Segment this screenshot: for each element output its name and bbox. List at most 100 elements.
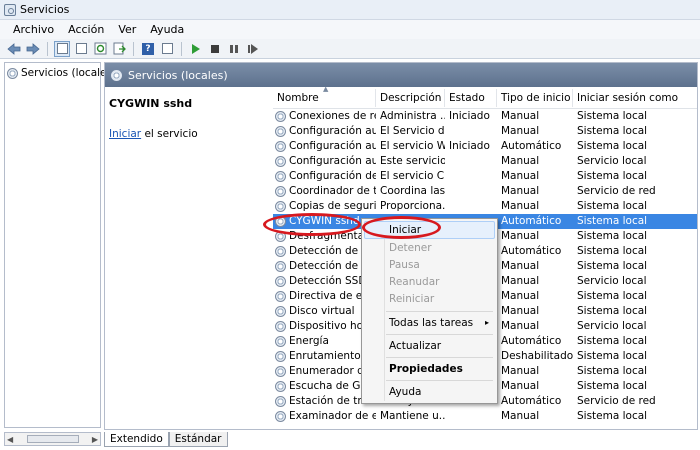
properties-icon[interactable] — [73, 41, 89, 57]
service-gear-icon — [275, 351, 286, 362]
table-header: ▲ Nombre Descripción Estado Tipo de inic… — [273, 85, 697, 109]
sort-ascending-icon: ▲ — [323, 85, 329, 93]
tree-item-label: Servicios (locales) — [21, 67, 117, 79]
service-startup-type-cell: Manual — [501, 155, 540, 167]
service-status-cell — [445, 169, 497, 184]
service-name-text: Copias de segurid... — [289, 200, 376, 212]
menu-item-reanudar[interactable]: Reanudar — [389, 276, 439, 288]
service-gear-icon — [275, 306, 286, 317]
service-gear-icon — [275, 276, 286, 287]
tree-item-services-local[interactable]: Servicios (locales) — [5, 63, 116, 83]
column-header-estado[interactable]: Estado — [445, 88, 497, 107]
service-logon-cell: Servicio local — [577, 155, 647, 167]
service-action: Iniciar el servicio — [109, 128, 269, 140]
window-title: Servicios — [20, 3, 70, 16]
service-logon-cell: Servicio de red — [577, 395, 656, 407]
column-header-tipo-inicio[interactable]: Tipo de inicio — [497, 88, 573, 107]
table-row[interactable]: Configuración aut... Este servicio... Manu… — [273, 154, 697, 169]
column-header-descripcion[interactable]: Descripción — [376, 88, 445, 107]
menu-archivo[interactable]: Archivo — [6, 23, 61, 36]
service-name-cell: Conexiones de red — [273, 109, 376, 124]
service-logon-cell: Sistema local — [577, 215, 648, 227]
menu-item-propiedades[interactable]: Propiedades — [389, 363, 463, 375]
table-row[interactable]: Copias de segurid... Proporciona... Manual… — [273, 199, 697, 214]
start-service-icon[interactable] — [188, 41, 204, 57]
service-logon-cell: Servicio de red — [577, 185, 656, 197]
scroll-right-icon[interactable]: ▶ — [92, 435, 98, 444]
service-status-cell — [445, 154, 497, 169]
service-status-cell — [445, 199, 497, 214]
view-tabs: Extendido Estándar — [104, 431, 228, 447]
service-startup-type-cell: Automático — [501, 215, 562, 227]
service-name-text: Configuración de ... — [289, 170, 376, 182]
tree-horizontal-scrollbar[interactable]: ◀ ▶ — [4, 432, 101, 446]
service-name-cell: Coordinador de tr... — [273, 184, 376, 199]
service-startup-type-cell: Automático — [501, 245, 562, 257]
service-logon-cell: Sistema local — [577, 200, 648, 212]
service-gear-icon — [275, 381, 286, 392]
service-startup-type-cell: Manual — [501, 200, 540, 212]
pause-service-icon[interactable] — [226, 41, 242, 57]
service-description-cell: Mantiene u... — [380, 410, 445, 422]
table-row[interactable]: Configuración de ... El servicio C... Manu… — [273, 169, 697, 184]
menu-separator — [386, 334, 493, 335]
annotation-ellipse-service — [263, 213, 361, 236]
back-arrow-icon[interactable] — [6, 41, 22, 57]
service-description-cell: El servicio C... — [380, 170, 445, 182]
stop-service-icon[interactable] — [207, 41, 223, 57]
table-row[interactable]: Examinador de eq... Mantiene u... Manual Si… — [273, 409, 697, 424]
scroll-left-icon[interactable]: ◀ — [7, 435, 13, 444]
service-logon-cell: Sistema local — [577, 290, 648, 302]
service-startup-type-cell: Manual — [501, 110, 540, 122]
table-row[interactable]: Configuración aut... El servicio W... Inic… — [273, 139, 697, 154]
toolbar: ? — [0, 39, 700, 59]
service-gear-icon — [275, 321, 286, 332]
service-gear-icon — [275, 111, 286, 122]
service-gear-icon — [275, 246, 286, 257]
service-logon-cell: Sistema local — [577, 230, 648, 242]
service-startup-type-cell: Manual — [501, 290, 540, 302]
service-logon-cell: Servicio local — [577, 320, 647, 332]
service-status-cell — [445, 184, 497, 199]
console-tree-icon[interactable] — [54, 40, 70, 57]
forward-arrow-icon[interactable] — [25, 41, 41, 57]
service-logon-cell: Sistema local — [577, 305, 648, 317]
start-service-link[interactable]: Iniciar — [109, 128, 141, 140]
export-icon[interactable] — [111, 41, 127, 57]
menu-item-todas-las-tareas[interactable]: Todas las tareas — [389, 317, 473, 329]
console-tree: Servicios (locales) — [4, 62, 116, 428]
service-gear-icon — [275, 336, 286, 347]
restart-service-icon[interactable] — [245, 41, 261, 57]
table-row[interactable]: Coordinador de tr... Coordina las... Manua… — [273, 184, 697, 199]
scrollbar-thumb[interactable] — [26, 435, 79, 443]
tab-extendido[interactable]: Extendido — [104, 432, 169, 447]
service-logon-cell: Sistema local — [577, 380, 648, 392]
menu-item-ayuda[interactable]: Ayuda — [389, 386, 421, 398]
menu-item-pausa[interactable]: Pausa — [389, 259, 420, 271]
toolbar-separator — [47, 41, 48, 56]
services-pane-header: Servicios (locales) — [105, 63, 697, 87]
service-startup-type-cell: Automático — [501, 140, 562, 152]
service-description-cell: Administra ... — [380, 110, 445, 122]
menu-ayuda[interactable]: Ayuda — [143, 23, 191, 36]
menu-item-reiniciar[interactable]: Reiniciar — [389, 293, 434, 305]
help-icon[interactable]: ? — [140, 41, 156, 57]
service-logon-cell: Sistema local — [577, 365, 648, 377]
menu-item-detener[interactable]: Detener — [389, 242, 432, 254]
refresh-icon[interactable] — [92, 41, 108, 57]
menu-ver[interactable]: Ver — [111, 23, 143, 36]
table-row[interactable]: Conexiones de red Administra ... Iniciado M… — [273, 109, 697, 124]
service-logon-cell: Sistema local — [577, 140, 648, 152]
column-header-iniciar-sesion[interactable]: Iniciar sesión como — [573, 89, 697, 107]
toolbar-separator — [181, 41, 182, 56]
service-startup-type-cell: Automático — [501, 395, 562, 407]
services-pane-title: Servicios (locales) — [128, 68, 228, 82]
tab-estandar[interactable]: Estándar — [168, 432, 228, 447]
table-row[interactable]: Configuración aut... El Servicio d... Manu… — [273, 124, 697, 139]
menu-item-actualizar[interactable]: Actualizar — [389, 340, 441, 352]
service-startup-type-cell: Manual — [501, 185, 540, 197]
menu-accion[interactable]: Acción — [61, 23, 111, 36]
service-name-text: Energía — [289, 335, 329, 347]
service-name-text: Configuración aut... — [289, 125, 376, 137]
action-pane-icon[interactable] — [159, 41, 175, 57]
